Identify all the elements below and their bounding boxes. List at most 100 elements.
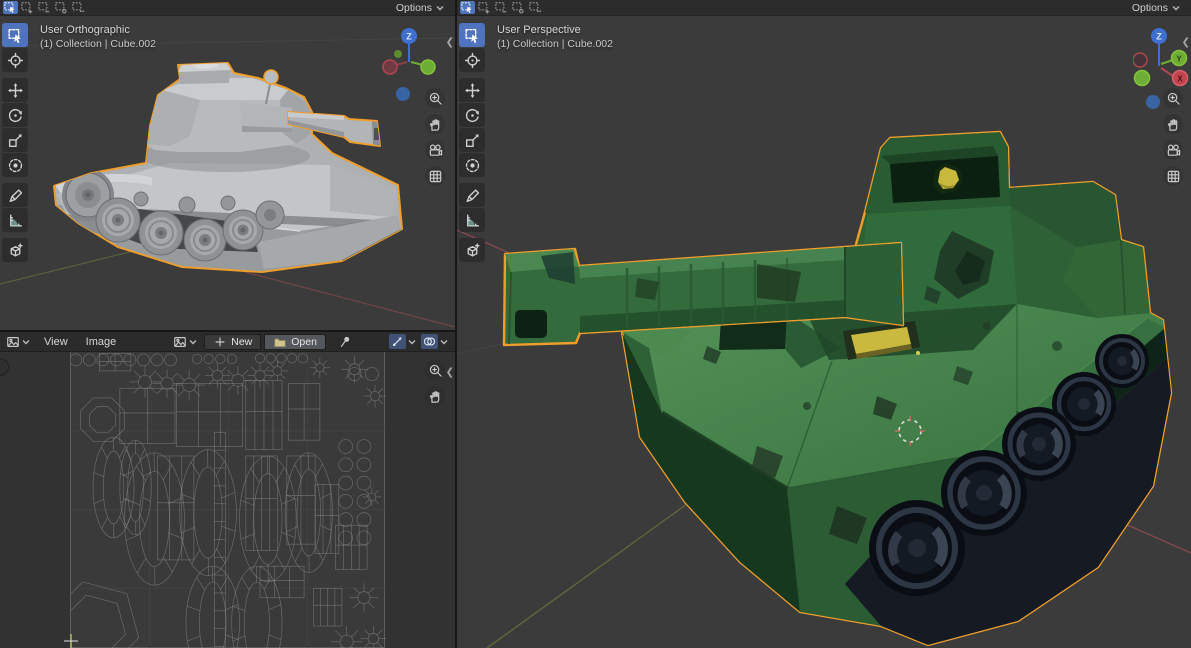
options-label: Options: [1132, 2, 1168, 14]
uv-2d-cursor: [63, 633, 79, 648]
toggle-perspective-icon[interactable]: [1163, 166, 1183, 186]
gray-tank-model[interactable]: [54, 62, 402, 273]
chevron-down-icon: [188, 337, 198, 347]
open-image-button[interactable]: Open: [264, 334, 326, 350]
measure-tool-button[interactable]: [459, 208, 485, 232]
chevron-down-icon: [1171, 3, 1181, 13]
gizmos-toggle[interactable]: [389, 334, 417, 349]
annotate-tool-button[interactable]: [459, 183, 485, 207]
select-mode-subtract-button[interactable]: [494, 1, 509, 14]
scale-tool-button[interactable]: [459, 128, 485, 152]
viewport-overlay-text: User Orthographic (1) Collection | Cube.…: [40, 23, 156, 51]
move-tool-button[interactable]: [2, 78, 28, 102]
uv-canvas[interactable]: ❮: [0, 352, 455, 648]
transform-tool-button[interactable]: [459, 153, 485, 177]
select-mode-intersect-button[interactable]: [71, 1, 86, 14]
zoom-icon[interactable]: [1163, 88, 1183, 108]
select-mode-extend-button[interactable]: [20, 1, 35, 14]
pan-icon[interactable]: [425, 114, 445, 134]
active-object-breadcrumb: (1) Collection | Cube.002: [40, 37, 156, 51]
view-mode-label: User Orthographic: [40, 23, 156, 37]
measure-tool-button[interactable]: [2, 208, 28, 232]
toggle-perspective-icon[interactable]: [425, 166, 445, 186]
add-cube-tool-button[interactable]: [2, 238, 28, 262]
select-mode-set-button[interactable]: [460, 1, 475, 14]
uv-nav-icons: [425, 360, 445, 406]
select-mode-subtract-button[interactable]: [37, 1, 52, 14]
pin-toggle[interactable]: [336, 334, 354, 350]
options-dropdown[interactable]: Options: [1128, 1, 1185, 15]
browse-image-icon: [173, 335, 187, 349]
svg-text:Y: Y: [1176, 55, 1182, 64]
pin-icon: [338, 335, 352, 349]
viewport-canvas[interactable]: User Orthographic (1) Collection | Cube.…: [0, 16, 455, 330]
add-cube-tool-button[interactable]: [459, 238, 485, 262]
viewport-perspective: Options: [457, 0, 1191, 648]
select-mode-set-button[interactable]: [3, 1, 18, 14]
folder-icon: [273, 335, 287, 349]
editor-type-dropdown[interactable]: [4, 334, 33, 350]
chevron-down-icon: [439, 337, 449, 347]
browse-image-dropdown[interactable]: [171, 334, 200, 350]
editor-divider[interactable]: [455, 0, 457, 648]
transform-tool-button[interactable]: [2, 153, 28, 177]
rotate-tool-button[interactable]: [459, 103, 485, 127]
menu-image[interactable]: Image: [79, 334, 124, 350]
rotate-tool-button[interactable]: [2, 103, 28, 127]
green-tank-scene: [457, 16, 1191, 648]
viewport-nav-icons: [425, 88, 445, 186]
zoom-icon[interactable]: [425, 360, 445, 380]
viewport-canvas[interactable]: User Perspective (1) Collection | Cube.0…: [457, 16, 1191, 648]
pan-icon[interactable]: [425, 386, 445, 406]
cursor-tool-button[interactable]: [459, 48, 485, 72]
green-tank-model[interactable]: [504, 132, 1171, 648]
menu-view[interactable]: View: [37, 334, 75, 350]
camera-view-icon[interactable]: [425, 140, 445, 160]
select-mode-extend-button[interactable]: [477, 1, 492, 14]
viewport-nav-icons: [1163, 88, 1183, 186]
annotate-tool-button[interactable]: [2, 183, 28, 207]
open-image-label: Open: [291, 336, 317, 348]
scale-tool-button[interactable]: [2, 128, 28, 152]
image-editor-icon: [6, 335, 20, 349]
select-box-tool-button[interactable]: [459, 23, 485, 47]
chevron-down-icon: [435, 3, 445, 13]
zoom-icon[interactable]: [425, 88, 445, 108]
select-mode-intersect-button[interactable]: [528, 1, 543, 14]
select-box-tool-button[interactable]: [2, 23, 28, 47]
pan-icon[interactable]: [1163, 114, 1183, 134]
uv-image-area: [70, 352, 385, 648]
select-mode-invert-button[interactable]: [511, 1, 526, 14]
select-mode-group: [3, 1, 86, 14]
region-collapse-arrow[interactable]: ❮: [446, 38, 454, 48]
tool-settings-bar: Options: [0, 0, 455, 16]
select-mode-group: [460, 1, 543, 14]
plus-icon: [213, 335, 227, 349]
image-editor-header: View Image New Open: [0, 332, 455, 352]
chevron-down-icon: [21, 337, 31, 347]
editor-divider[interactable]: [0, 330, 455, 332]
move-tool-button[interactable]: [459, 78, 485, 102]
options-label: Options: [396, 2, 432, 14]
viewport-overlay-text: User Perspective (1) Collection | Cube.0…: [497, 23, 613, 51]
region-collapse-arrow[interactable]: ❮: [446, 368, 454, 378]
image-editor: View Image New Open: [0, 332, 455, 648]
active-object-breadcrumb: (1) Collection | Cube.002: [497, 37, 613, 51]
overlays-icon: [423, 335, 436, 348]
image-editor-toolbar-stub[interactable]: [0, 358, 9, 376]
new-image-button[interactable]: New: [204, 334, 261, 350]
options-dropdown[interactable]: Options: [392, 1, 449, 15]
svg-text:Z: Z: [406, 32, 412, 42]
region-collapse-arrow[interactable]: ❮: [1182, 38, 1190, 48]
view-mode-label: User Perspective: [497, 23, 613, 37]
tool-settings-bar: Options: [457, 0, 1191, 16]
gizmo-icon: [391, 335, 404, 348]
camera-view-icon[interactable]: [1163, 140, 1183, 160]
select-mode-invert-button[interactable]: [54, 1, 69, 14]
viewport-orthographic: Options: [0, 0, 455, 330]
viewport-toolbar: [459, 23, 485, 262]
chevron-down-icon: [407, 337, 417, 347]
overlays-toggle[interactable]: [421, 334, 449, 349]
cursor-tool-button[interactable]: [2, 48, 28, 72]
blender-window: Options: [0, 0, 1191, 648]
